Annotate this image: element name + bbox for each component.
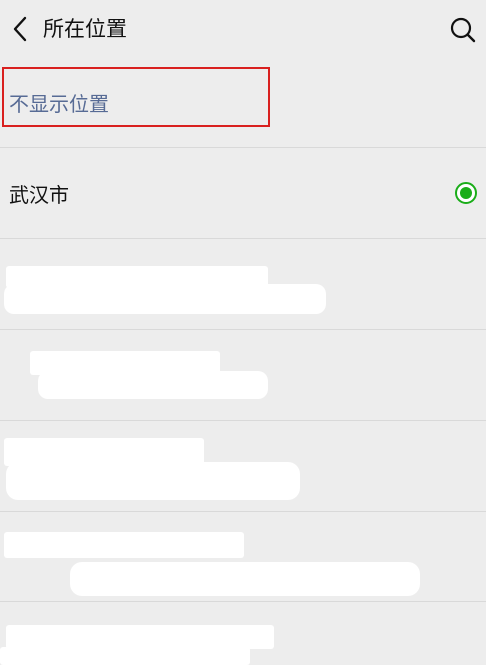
list-item[interactable] <box>0 331 486 421</box>
redaction <box>70 562 420 596</box>
city-label: 武汉市 <box>9 183 69 207</box>
redaction <box>6 625 274 649</box>
top-bar: 所在位置 <box>0 0 486 58</box>
redaction <box>38 371 268 399</box>
redaction <box>6 462 300 500</box>
page-title: 所在位置 <box>43 17 127 41</box>
redaction <box>4 284 326 314</box>
city-option[interactable]: 武汉市 <box>0 149 486 239</box>
list-item[interactable] <box>0 512 486 602</box>
redaction <box>4 532 244 558</box>
search-button[interactable] <box>449 16 477 44</box>
search-icon <box>450 17 476 43</box>
list-item[interactable] <box>0 240 486 330</box>
list-item[interactable] <box>0 603 486 665</box>
radio-checked-icon <box>455 182 477 204</box>
highlight-box <box>2 67 270 127</box>
list-item[interactable] <box>0 422 486 512</box>
redaction <box>0 647 250 665</box>
hide-location-option[interactable]: 不显示位置 <box>0 58 486 148</box>
chevron-left-icon <box>13 16 27 42</box>
back-button[interactable] <box>8 15 32 43</box>
